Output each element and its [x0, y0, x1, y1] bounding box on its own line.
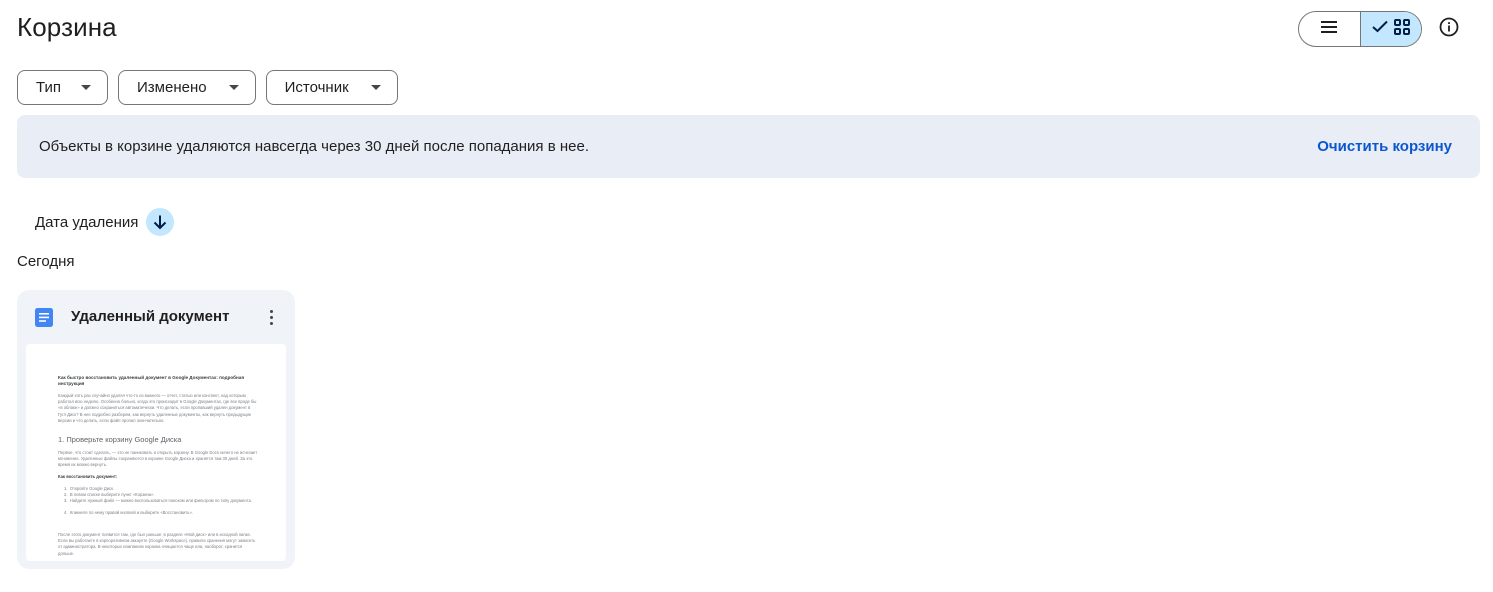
sort-by-deletion-date[interactable]: Дата удаления	[35, 208, 175, 236]
filter-modified-chip[interactable]: Изменено	[118, 70, 256, 105]
preview-subheading: Как восстановить документ:	[58, 474, 118, 479]
file-card[interactable]: Удаленный документ Как быстро восстанови…	[17, 290, 295, 569]
more-actions-icon[interactable]	[261, 306, 281, 328]
filter-type-chip[interactable]: Тип	[17, 70, 109, 105]
preview-step: 3. Найдите нужный файл — можно воспользо…	[64, 498, 252, 503]
filter-modified-label: Изменено	[137, 79, 207, 96]
view-toggle	[1298, 11, 1422, 47]
dropdown-arrow-icon	[370, 85, 381, 90]
preview-intro: Каждый хоть раз случайно удалял что-то и…	[58, 393, 257, 423]
grid-icon	[1393, 18, 1410, 40]
arrow-down-icon[interactable]	[146, 208, 175, 236]
preview-title: Как быстро восстановить удаленный докуме…	[58, 375, 245, 386]
page-title: Корзина	[17, 12, 117, 42]
list-view-button[interactable]	[1299, 12, 1361, 46]
grid-view-button[interactable]	[1360, 12, 1421, 46]
file-name: Удаленный документ	[71, 308, 230, 325]
info-button[interactable]	[1434, 14, 1464, 44]
dropdown-arrow-icon	[81, 85, 92, 90]
preview-step: 4. Кликните по нему правой кнопкой и выб…	[64, 510, 193, 515]
list-icon	[1321, 20, 1338, 39]
preview-paragraph: После этого документ появится там, где б…	[58, 532, 256, 556]
group-label-today: Сегодня	[17, 253, 75, 270]
trash-info-banner: Объекты в корзине удаляются навсегда чер…	[17, 115, 1480, 178]
filter-source-chip[interactable]: Источник	[265, 70, 398, 105]
preview-heading: 1. Проверьте корзину Google Диска	[58, 435, 182, 444]
filter-source-label: Источник	[284, 79, 349, 96]
document-preview: Как быстро восстановить удаленный докуме…	[26, 344, 286, 561]
banner-text: Объекты в корзине удаляются навсегда чер…	[39, 138, 589, 155]
dropdown-arrow-icon	[228, 85, 239, 90]
filter-chips: Тип Изменено Источник	[17, 70, 398, 105]
empty-trash-button[interactable]: Очистить корзину	[1317, 138, 1452, 155]
check-icon	[1372, 20, 1388, 38]
info-icon	[1439, 17, 1459, 42]
sort-label: Дата удаления	[35, 213, 139, 231]
filter-type-label: Тип	[36, 79, 62, 96]
preview-paragraph: Первое, что стоит сделать, — это не пани…	[58, 450, 258, 468]
google-docs-icon	[35, 308, 53, 332]
